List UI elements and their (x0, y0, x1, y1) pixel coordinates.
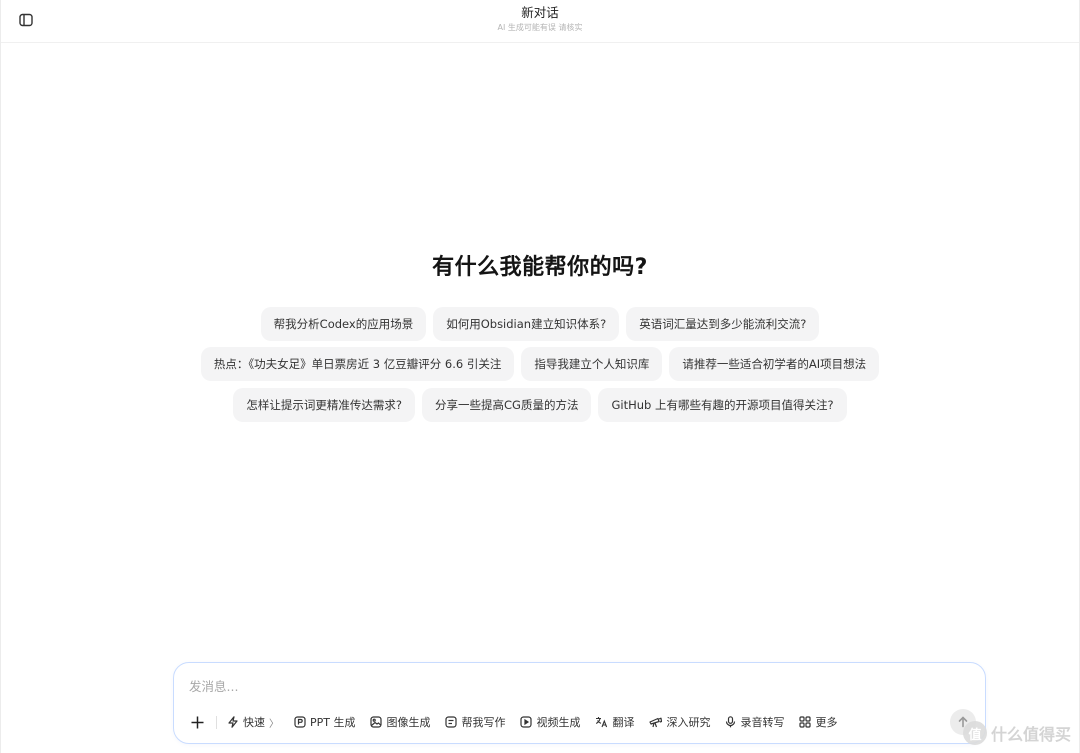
ppt-icon (294, 716, 306, 728)
video-generate-label: 视频生成 (536, 716, 581, 729)
attach-button[interactable] (186, 711, 208, 733)
translate-icon (596, 717, 608, 728)
microphone-icon (726, 716, 736, 728)
image-generate-button[interactable]: 图像生成 (370, 714, 430, 730)
suggestion-chip[interactable]: GitHub 上有哪些有趣的开源项目值得关注? (598, 388, 847, 422)
more-button[interactable]: 更多 (799, 714, 837, 730)
transcribe-label: 录音转写 (740, 716, 785, 729)
suggestion-chip[interactable]: 指导我建立个人知识库 (521, 347, 663, 381)
lightning-icon (228, 716, 238, 728)
research-icon (649, 717, 663, 728)
video-icon (520, 716, 533, 728)
header-title-block: 新对话 AI 生成可能有误 请核实 (1, 5, 1079, 34)
message-composer: 快速 〉 PPT 生成 图像生成 (173, 662, 986, 744)
speed-mode-button[interactable]: 快速 〉 (227, 714, 279, 730)
deep-research-label: 深入研究 (666, 716, 711, 729)
suggestion-row-1: 帮我分析Codex的应用场景 如何用Obsidian建立知识体系? 英语词汇量达… (1, 307, 1079, 341)
writing-label: 帮我写作 (461, 716, 506, 729)
suggestion-row-2: 热点：《功夫女足》单日票房近 3 亿豆瓣评分 6.6 引关注 指导我建立个人知识… (1, 347, 1079, 381)
suggestion-chip[interactable]: 怎样让提示词更精准传达需求? (233, 388, 416, 422)
image-icon (370, 716, 383, 728)
writing-icon (445, 716, 458, 728)
header: 新对话 AI 生成可能有误 请核实 (1, 0, 1079, 43)
ppt-generate-label: PPT 生成 (310, 716, 356, 729)
translate-label: 翻译 (612, 716, 635, 729)
greeting-heading: 有什么我能帮你的吗? (432, 255, 648, 280)
more-label: 更多 (815, 716, 838, 729)
grid-icon (799, 716, 812, 728)
transcribe-button[interactable]: 录音转写 (725, 714, 784, 730)
chevron-right-icon: 〉 (269, 718, 279, 730)
video-generate-button[interactable]: 视频生成 (520, 714, 580, 730)
suggestion-chip[interactable]: 英语词汇量达到多少能流利交流? (626, 307, 820, 341)
page-title: 新对话 (521, 5, 559, 20)
suggestion-chip[interactable]: 请推荐一些适合初学者的AI项目想法 (669, 347, 880, 381)
arrow-up-icon (958, 716, 968, 728)
suggestion-chip[interactable]: 如何用Obsidian建立知识体系? (433, 307, 620, 341)
suggestion-chip[interactable]: 热点：《功夫女足》单日票房近 3 亿豆瓣评分 6.6 引关注 (200, 347, 515, 381)
composer-toolbar: 快速 〉 PPT 生成 图像生成 帮我写作 视频生成 翻译 深入研究 录音转写 … (186, 711, 852, 733)
suggestion-row-3: 怎样让提示词更精准传达需求? 分享一些提高CG质量的方法 GitHub 上有哪些… (1, 388, 1079, 422)
suggestion-chip[interactable]: 分享一些提高CG质量的方法 (422, 388, 592, 422)
message-input[interactable] (189, 676, 949, 696)
toolbar-divider (216, 715, 217, 729)
send-button[interactable] (950, 709, 976, 735)
app-window: 新对话 AI 生成可能有误 请核实 有什么我能帮你的吗? 帮我分析Codex的应… (0, 0, 1080, 753)
image-generate-label: 图像生成 (386, 716, 431, 729)
writing-button[interactable]: 帮我写作 (445, 714, 505, 730)
plus-icon (191, 716, 203, 728)
watermark-text: 什么值得买 (990, 725, 1071, 744)
ai-disclaimer: AI 生成可能有误 请核实 (497, 23, 583, 32)
translate-button[interactable]: 翻译 (595, 714, 634, 730)
speed-mode-label: 快速 (243, 716, 265, 729)
ppt-generate-button[interactable]: PPT 生成 (294, 714, 355, 730)
deep-research-button[interactable]: 深入研究 (649, 714, 710, 730)
suggestion-chip[interactable]: 帮我分析Codex的应用场景 (260, 307, 427, 341)
